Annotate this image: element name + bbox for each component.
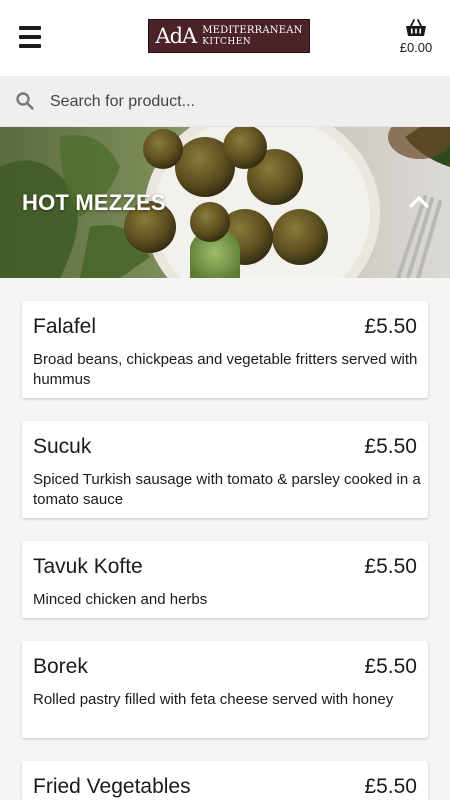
- product-description: Minced chicken and herbs: [33, 591, 208, 608]
- logo-mark: AdA: [155, 23, 197, 48]
- basket-icon: [406, 19, 426, 36]
- product-card[interactable]: Falafel £5.50 Broad beans, chickpeas and…: [22, 301, 428, 398]
- product-price: £5.50: [364, 435, 417, 458]
- product-price: £5.50: [364, 315, 417, 338]
- product-name: Fried Vegetables: [33, 775, 191, 798]
- product-card[interactable]: Borek £5.50 Rolled pastry filled with fe…: [22, 641, 428, 738]
- product-name: Borek: [33, 655, 88, 678]
- product-description: Spiced Turkish sausage with tomato & par…: [33, 471, 421, 508]
- search-icon: [16, 92, 34, 110]
- logo-line-1: MEDITERRANEAN: [202, 24, 303, 36]
- product-card[interactable]: Fried Vegetables £5.50: [22, 761, 428, 800]
- product-card[interactable]: Tavuk Kofte £5.50 Minced chicken and her…: [22, 541, 428, 618]
- product-price: £5.50: [364, 775, 417, 798]
- product-name: Falafel: [33, 315, 97, 338]
- chevron-up-icon[interactable]: [408, 195, 430, 209]
- product-description: Rolled pastry filled with feta cheese se…: [33, 691, 394, 708]
- app-header: AdA MEDITERRANEAN KITCHEN £0.00: [0, 0, 450, 76]
- category-banner: HOT MEZZES: [0, 127, 450, 278]
- product-price: £5.50: [364, 555, 417, 578]
- search-bar: [0, 76, 450, 127]
- product-name: Sucuk: [33, 435, 92, 458]
- logo-line-2: KITCHEN: [202, 36, 252, 47]
- brand-logo[interactable]: AdA MEDITERRANEAN KITCHEN: [148, 19, 310, 53]
- menu-icon[interactable]: [19, 26, 41, 48]
- search-input[interactable]: [48, 86, 432, 118]
- basket-button[interactable]: £0.00: [396, 19, 436, 61]
- product-card[interactable]: Sucuk £5.50 Spiced Turkish sausage with …: [22, 421, 428, 518]
- product-price: £5.50: [364, 655, 417, 678]
- logo-text: MEDITERRANEAN KITCHEN: [202, 24, 303, 47]
- basket-total: £0.00: [399, 40, 433, 55]
- product-description: Broad beans, chickpeas and vegetable fri…: [33, 351, 418, 388]
- product-name: Tavuk Kofte: [33, 555, 143, 578]
- category-title: HOT MEZZES: [22, 190, 166, 215]
